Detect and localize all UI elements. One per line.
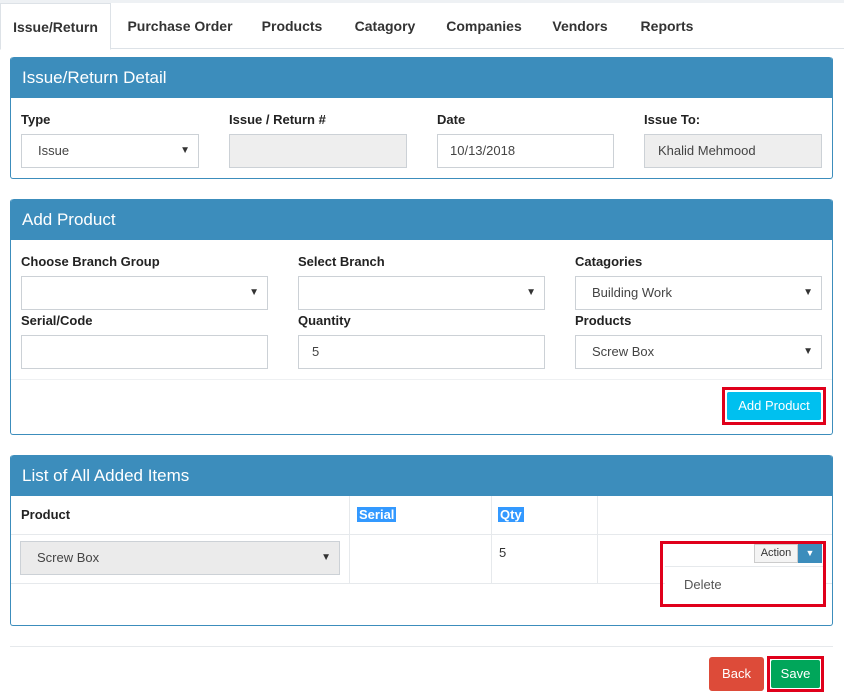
caret-down-icon: ▼ [321,552,331,563]
quantity-label: Quantity [298,313,351,328]
row-qty-value: 5 [499,545,507,560]
tab-issue-return[interactable]: Issue/Return [0,3,111,50]
branch-label: Select Branch [298,254,385,269]
tab-companies[interactable]: Companies [440,3,528,49]
tab-purchase-order[interactable]: Purchase Order [118,3,242,49]
back-button[interactable]: Back [709,657,764,691]
products-value: Screw Box [592,344,655,359]
caret-down-icon: ▼ [526,287,536,298]
delete-menu-item[interactable]: Delete [684,577,722,592]
branch-group-select[interactable]: ▼ [21,276,268,310]
caret-down-icon: ▼ [803,287,813,298]
categories-value: Building Work [592,285,672,300]
caret-down-icon: ▼ [249,287,259,298]
add-product-button[interactable]: Add Product [727,392,821,420]
branch-select[interactable]: ▼ [298,276,545,310]
column-header-qty: Qty [498,507,524,522]
serial-code-label: Serial/Code [21,313,93,328]
tab-reports[interactable]: Reports [633,3,701,49]
caret-down-icon: ▼ [805,548,815,558]
panel-title: Issue/Return Detail [11,57,832,98]
date-field[interactable]: 10/13/2018 [437,134,614,168]
action-dropdown-toggle[interactable]: ▼ [798,544,822,563]
table-header-divider [11,534,832,535]
row-product-select[interactable]: Screw Box ▼ [20,541,340,575]
categories-select[interactable]: Building Work ▼ [575,276,822,310]
action-dropdown-menu: Delete [665,566,823,604]
divider [11,379,832,380]
footer-divider [10,646,833,647]
added-items-panel: List of All Added Items Product Serial Q… [10,455,833,626]
products-select[interactable]: Screw Box ▼ [575,335,822,369]
action-button[interactable]: Action [754,544,798,563]
column-header-serial: Serial [357,507,397,522]
save-button[interactable]: Save [771,660,820,688]
tab-catagory[interactable]: Catagory [347,3,423,49]
panel-title: List of All Added Items [11,455,832,496]
products-label: Products [575,313,632,328]
type-label: Type [21,112,51,127]
main-tabs: Issue/Return Purchase Order Products Cat… [0,3,844,50]
column-divider [349,496,350,584]
quantity-field[interactable]: 5 [298,335,545,369]
date-label: Date [437,112,466,127]
row-product-value: Screw Box [37,550,100,565]
column-header-serial-text: Serial [357,507,397,522]
add-product-panel: Add Product Choose Branch Group ▼ Select… [10,199,833,435]
column-divider [597,496,598,584]
tab-products[interactable]: Products [252,3,332,49]
categories-label: Catagories [575,254,643,269]
caret-down-icon: ▼ [180,145,190,156]
issue-to-label: Issue To: [644,112,701,127]
column-header-qty-text: Qty [498,507,524,522]
type-value: Issue [38,143,70,158]
panel-title: Add Product [11,199,832,240]
branch-group-label: Choose Branch Group [21,254,160,269]
type-select[interactable]: Issue ▼ [21,134,199,168]
issue-return-detail-panel: Issue/Return Detail Type Issue ▼ Issue /… [10,57,833,179]
column-divider [491,496,492,584]
serial-code-field[interactable] [21,335,268,369]
issue-to-field[interactable]: Khalid Mehmood [644,134,822,168]
issue-number-label: Issue / Return # [229,112,326,127]
tab-vendors[interactable]: Vendors [545,3,615,49]
column-header-product: Product [21,507,71,522]
caret-down-icon: ▼ [803,346,813,357]
issue-number-field[interactable] [229,134,407,168]
